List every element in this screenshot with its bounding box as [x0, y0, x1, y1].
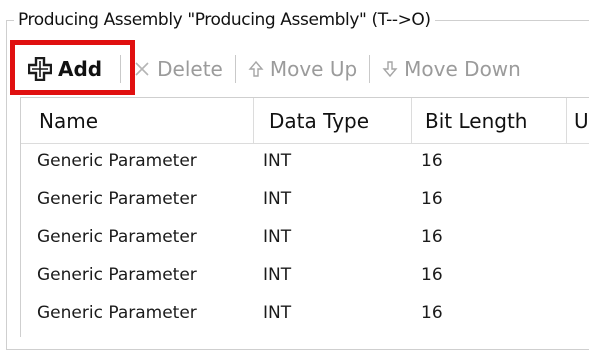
table-row[interactable]: Generic Parameter INT 16	[21, 184, 589, 216]
column-divider[interactable]	[253, 98, 254, 143]
column-divider[interactable]	[566, 98, 567, 143]
add-button-label: Add	[58, 57, 103, 81]
cell-bit-length: 16	[421, 189, 443, 209]
plus-icon	[28, 57, 52, 81]
cell-name: Generic Parameter	[37, 189, 197, 209]
cell-data-type: INT	[263, 227, 292, 247]
table-row[interactable]: Generic Parameter INT 16	[21, 222, 589, 254]
delete-button-label: Delete	[157, 57, 223, 81]
cell-data-type: INT	[263, 151, 292, 171]
group-box-title: Producing Assembly "Producing Assembly" …	[14, 10, 435, 30]
cell-name: Generic Parameter	[37, 265, 197, 285]
move-up-button-label: Move Up	[269, 57, 358, 81]
table-row[interactable]: Generic Parameter INT 16	[21, 146, 589, 178]
toolbar-separator	[369, 55, 371, 83]
arrow-down-icon	[382, 60, 398, 78]
table-row[interactable]: Generic Parameter INT 16	[21, 298, 589, 330]
cell-bit-length: 16	[421, 303, 443, 323]
move-down-button[interactable]: Move Down	[376, 51, 527, 87]
move-up-button[interactable]: Move Up	[242, 51, 363, 87]
cell-data-type: INT	[263, 265, 292, 285]
cell-bit-length: 16	[421, 227, 443, 247]
column-divider[interactable]	[411, 98, 412, 143]
cell-bit-length: 16	[421, 265, 443, 285]
toolbar: Add Delete Move Up Move Down	[14, 48, 589, 90]
delete-button[interactable]: Delete	[127, 51, 229, 87]
column-header-data-type[interactable]: Data Type	[269, 109, 369, 133]
cell-bit-length: 16	[421, 151, 443, 171]
move-down-button-label: Move Down	[404, 57, 521, 81]
add-button[interactable]: Add	[14, 51, 114, 87]
cell-name: Generic Parameter	[37, 151, 197, 171]
toolbar-separator	[120, 55, 122, 83]
cell-data-type: INT	[263, 189, 292, 209]
arrow-up-icon	[248, 60, 264, 78]
table-row[interactable]: Generic Parameter INT 16	[21, 260, 589, 292]
cell-data-type: INT	[263, 303, 292, 323]
cell-name: Generic Parameter	[37, 227, 197, 247]
toolbar-separator	[234, 55, 236, 83]
column-header-name[interactable]: Name	[39, 109, 98, 133]
column-header-bit-length[interactable]: Bit Length	[425, 109, 527, 133]
delete-x-icon	[133, 60, 151, 78]
parameters-grid: Name Data Type Bit Length U Generic Para…	[20, 97, 589, 337]
grid-header: Name Data Type Bit Length U	[21, 98, 589, 144]
column-header-truncated[interactable]: U	[574, 109, 589, 133]
cell-name: Generic Parameter	[37, 303, 197, 323]
